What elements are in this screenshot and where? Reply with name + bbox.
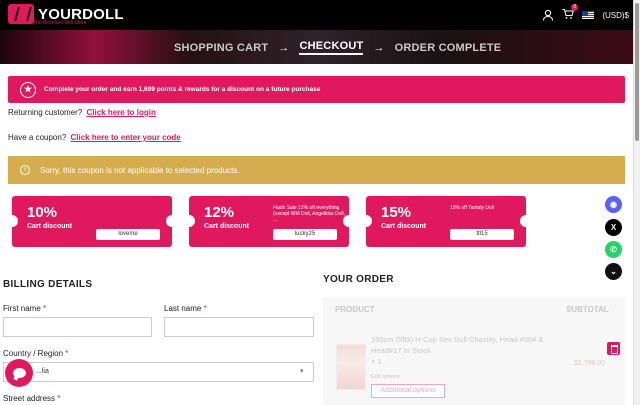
coupon-code[interactable]: ttl15	[450, 229, 514, 240]
billing-title: BILLING DETAILS	[3, 279, 93, 290]
whatsapp-icon[interactable]: ✆	[605, 241, 622, 258]
coupon-label: Cart discount	[27, 223, 73, 230]
product-price: $1,799.00	[574, 360, 606, 367]
order-title: YOUR ORDER	[323, 274, 394, 285]
first-name-label: First name *	[3, 304, 47, 313]
discord-icon[interactable]: ◉	[605, 196, 622, 213]
login-link[interactable]: Click here to login	[87, 108, 156, 117]
coupon-card[interactable]: 12% Cart discount Flash Sale 12% off eve…	[183, 196, 355, 247]
product-column-header: PRODUCT	[335, 305, 375, 314]
additional-options-button[interactable]: Additional options	[371, 384, 445, 398]
cart-count-badge: 0	[571, 4, 579, 11]
coupon-percent: 10%	[27, 204, 58, 221]
last-name-field[interactable]	[164, 317, 314, 337]
logo-icon	[8, 4, 34, 24]
currency-selector[interactable]: (USD)$	[602, 11, 629, 20]
scrollbar-thumb[interactable]	[635, 3, 639, 141]
edit-options-link[interactable]: Edit options	[371, 374, 400, 380]
returning-customer-line: Returning customer? Click here to login	[8, 108, 156, 117]
cart-button[interactable]: 0	[562, 4, 579, 22]
last-name-label: Last name *	[164, 304, 207, 313]
country-value: ...lia	[36, 368, 49, 375]
coupon-card[interactable]: 10% Cart discount loveme	[6, 196, 178, 247]
step-order-complete: ORDER COMPLETE	[394, 41, 502, 54]
street-address-label: Street address *	[3, 394, 61, 403]
warning-text: Sorry, this coupon is not applicable to …	[40, 165, 240, 175]
brand-tagline: The Best Sex Doll Store	[33, 20, 87, 26]
rewards-notice: ★ Complete your order and earn 1,699 poi…	[8, 76, 625, 103]
first-name-field[interactable]	[3, 317, 152, 337]
x-twitter-icon[interactable]: X	[605, 219, 622, 236]
coupon-card[interactable]: 15% Cart discount 15% off Tantaly Doll t…	[360, 196, 532, 247]
coupon-label: Cart discount	[381, 223, 427, 230]
top-header: YOURDOLL The Best Sex Doll Store 0 (USD)…	[0, 0, 633, 30]
arrow-right-icon: →	[373, 41, 385, 54]
checkout-steps: SHOPPING CART → CHECKOUT → ORDER COMPLET…	[174, 40, 501, 55]
enter-coupon-link[interactable]: Click here to enter your code	[71, 133, 181, 142]
star-badge-icon: ★	[20, 81, 36, 98]
chat-icon	[12, 368, 26, 378]
coupon-percent: 12%	[204, 204, 235, 221]
product-thumbnail[interactable]	[336, 344, 366, 390]
info-icon: i	[20, 165, 30, 175]
user-icon[interactable]	[542, 9, 554, 21]
chat-button[interactable]	[5, 359, 33, 387]
collapse-down-icon[interactable]: ⌄	[605, 263, 622, 280]
subtotal-column-header: SUBTOTAL	[566, 305, 609, 314]
coupon-warning: i Sorry, this coupon is not applicable t…	[8, 156, 625, 184]
coupon-label: Cart discount	[204, 223, 250, 230]
country-select[interactable]	[3, 362, 314, 382]
coupon-description: 15% off Tantaly Doll	[450, 205, 495, 211]
coupon-code[interactable]: lucky25	[273, 229, 337, 240]
page-scrollbar[interactable]	[633, 0, 640, 405]
chevron-down-icon: ▾	[300, 368, 304, 375]
step-shopping-cart[interactable]: SHOPPING CART	[174, 42, 268, 54]
coupon-prompt-text: Have a coupon?	[8, 133, 67, 142]
us-flag-icon[interactable]	[582, 11, 595, 19]
coupon-description: Flash Sale 12% off everything (except WM…	[273, 205, 345, 223]
product-name: 160cm (5ft3) H-Cup Sex Doll Chastity, He…	[371, 335, 544, 366]
coupon-percent: 15%	[381, 204, 412, 221]
arrow-right-icon: →	[278, 41, 290, 54]
coupon-code[interactable]: loveme	[96, 229, 160, 240]
order-summary: PRODUCT SUBTOTAL 160cm (5ft3) H-Cup Sex …	[323, 297, 625, 405]
trash-icon[interactable]	[607, 342, 620, 355]
coupon-prompt-line: Have a coupon? Click here to enter your …	[8, 133, 181, 142]
returning-customer-text: Returning customer?	[8, 108, 83, 117]
step-checkout: CHECKOUT	[299, 40, 364, 55]
rewards-text: Complete your order and earn 1,699 point…	[44, 86, 321, 93]
country-label: Country / Region *	[3, 349, 69, 358]
